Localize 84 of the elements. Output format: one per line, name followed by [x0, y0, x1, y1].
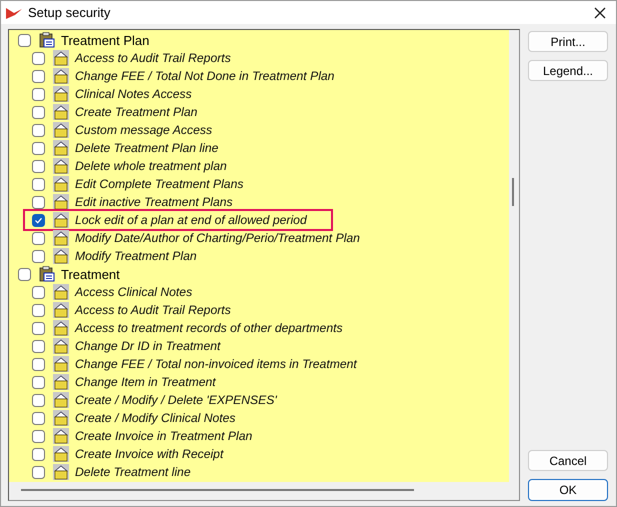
tree-item[interactable]: Delete Treatment line [75, 465, 191, 479]
close-icon[interactable] [594, 6, 606, 18]
checkbox[interactable] [32, 88, 45, 100]
folder-icon [53, 158, 69, 174]
checkbox[interactable] [32, 340, 45, 352]
tree-item[interactable]: Treatment Plan [61, 32, 150, 48]
checkbox[interactable] [32, 250, 45, 262]
tree-item[interactable]: Change Dr ID in Treatment [75, 339, 220, 353]
dialog-button[interactable]: Print... [528, 31, 608, 52]
checkbox[interactable] [18, 268, 31, 280]
checkbox[interactable] [32, 52, 45, 64]
folder-icon [53, 446, 69, 462]
tree-item[interactable]: Delete whole treatment plan [75, 159, 227, 173]
folder-icon [53, 68, 69, 84]
checkbox[interactable] [32, 196, 45, 208]
tree-item[interactable]: Edit inactive Treatment Plans [75, 195, 233, 209]
folder-icon [53, 122, 69, 138]
checkbox[interactable] [32, 286, 45, 298]
checkbox[interactable] [32, 448, 45, 460]
checkbox[interactable] [32, 106, 45, 118]
checkbox[interactable] [32, 394, 45, 406]
checkbox[interactable] [32, 214, 45, 226]
folder-icon [53, 212, 69, 228]
clipboard-icon [39, 266, 55, 282]
folder-icon [53, 248, 69, 264]
folder-icon [53, 86, 69, 102]
folder-icon [53, 140, 69, 156]
checkbox[interactable] [32, 430, 45, 442]
folder-icon [53, 392, 69, 408]
checkbox[interactable] [32, 322, 45, 334]
checkbox[interactable] [32, 124, 45, 136]
folder-icon [53, 50, 69, 66]
checkbox[interactable] [32, 466, 45, 478]
checkbox[interactable] [32, 70, 45, 82]
dialog-button[interactable]: Legend... [528, 60, 608, 81]
checkbox[interactable] [32, 412, 45, 424]
folder-icon [53, 356, 69, 372]
tree-item[interactable]: Treatment [61, 266, 120, 282]
checkbox[interactable] [18, 34, 31, 46]
folder-icon [53, 320, 69, 336]
checkbox[interactable] [32, 304, 45, 316]
scrollbar-thumb[interactable] [21, 489, 414, 491]
folder-icon [53, 302, 69, 318]
folder-icon [53, 374, 69, 390]
folder-icon [53, 104, 69, 120]
folder-icon [53, 338, 69, 354]
tree-item[interactable]: Create Invoice in Treatment Plan [75, 429, 252, 443]
tree-item[interactable]: Access to treatment records of other departments [75, 321, 343, 335]
folder-icon [53, 176, 69, 192]
folder-icon [53, 230, 69, 246]
folder-icon [53, 194, 69, 210]
tree-item[interactable]: Create Invoice with Receipt [75, 447, 224, 461]
folder-icon [53, 410, 69, 426]
checkbox[interactable] [32, 232, 45, 244]
tree-item[interactable]: Change Item in Treatment [75, 375, 216, 389]
tree-item[interactable]: Access to Audit Trail Reports [75, 51, 231, 65]
checkbox[interactable] [32, 358, 45, 370]
tree-item[interactable]: Change FEE / Total non-invoiced items in Treatment [75, 357, 357, 371]
tree-item[interactable]: Modify Date/Author of Charting/Perio/Treatment Plan [75, 231, 360, 245]
tree-item[interactable]: Lock edit of a plan at end of allowed period [75, 213, 307, 227]
scrollbar-thumb[interactable] [512, 178, 514, 206]
folder-icon [53, 464, 69, 480]
tree-item[interactable]: Create / Modify Clinical Notes [75, 411, 236, 425]
checkbox[interactable] [32, 376, 45, 388]
tree-item[interactable]: Clinical Notes Access [75, 87, 192, 101]
dialog-button[interactable]: OK [528, 479, 608, 501]
clipboard-icon [39, 32, 55, 48]
checkbox[interactable] [32, 160, 45, 172]
window-title: Setup security [28, 5, 112, 20]
tree-item[interactable]: Create / Modify / Delete 'EXPENSES' [75, 393, 277, 407]
folder-icon [53, 284, 69, 300]
tree-item[interactable]: Change FEE / Total Not Done in Treatment Plan [75, 69, 334, 83]
tree-item[interactable]: Create Treatment Plan [75, 105, 198, 119]
tree-item[interactable]: Custom message Access [75, 123, 212, 137]
checkbox[interactable] [32, 142, 45, 154]
tree-item[interactable]: Access Clinical Notes [75, 285, 192, 299]
tree-item[interactable]: Access to Audit Trail Reports [75, 303, 231, 317]
tree-item[interactable]: Modify Treatment Plan [75, 249, 197, 263]
folder-icon [53, 428, 69, 444]
tree-item[interactable]: Delete Treatment Plan line [75, 141, 218, 155]
app-logo-icon [5, 6, 23, 20]
dialog-button[interactable]: Cancel [528, 450, 608, 471]
tree-item[interactable]: Edit Complete Treatment Plans [75, 177, 244, 191]
checkbox[interactable] [32, 178, 45, 190]
